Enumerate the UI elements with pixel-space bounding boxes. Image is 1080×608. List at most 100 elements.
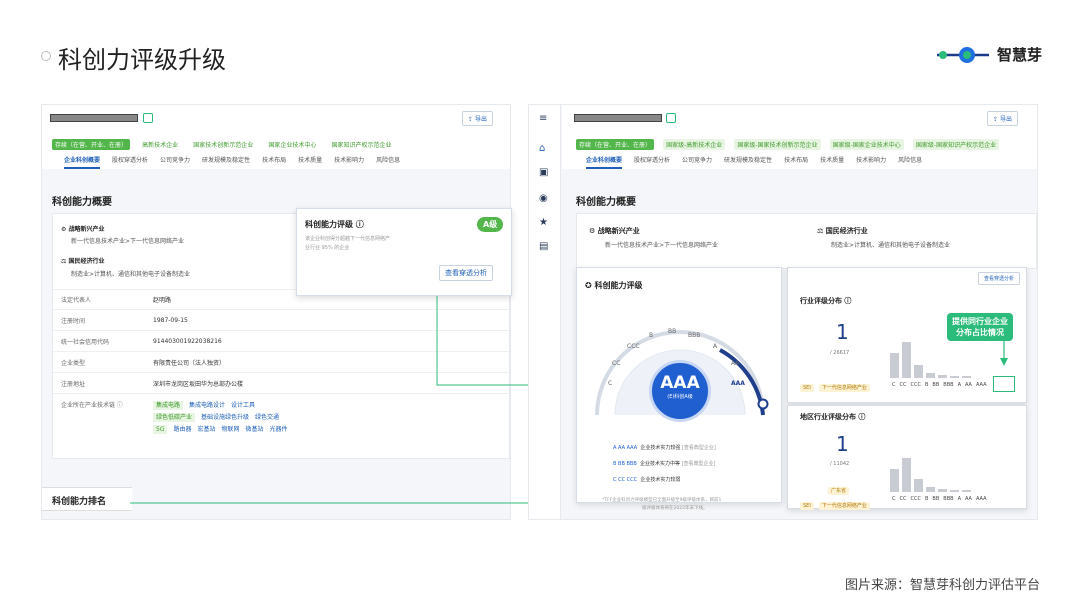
legend-text: 企业技术实力较弱 bbox=[640, 477, 681, 483]
rating-note-2: 级评级体系将在2022年末下线。 bbox=[642, 506, 708, 511]
legend-row: A AA AAA 企业技术实力较强 [查看典型企业] bbox=[613, 440, 716, 456]
collapse-icon[interactable]: ≡ bbox=[539, 113, 547, 124]
callout-arrow bbox=[1000, 340, 1008, 366]
tag: 国家级-高新技术企业 bbox=[663, 139, 726, 150]
strategic-industry-title: ⚙ 战略新兴产业 bbox=[589, 227, 640, 235]
industry-bars bbox=[890, 336, 971, 378]
region-dist-card: 地区行业评级分布 ⓘ 1 / 11042 广东省 SEI 下一代信息网络产业 C… bbox=[787, 405, 1027, 510]
gauge-label: BBB bbox=[688, 332, 701, 339]
x-label: CCC bbox=[910, 496, 921, 502]
legend-codes: A AA AAA bbox=[613, 445, 638, 451]
national-industry-value: 制造业>计算机、通信和其他电子设备制造业 bbox=[831, 242, 951, 249]
gauge-label: A bbox=[713, 343, 718, 350]
national-industry-label: 国民经济行业 bbox=[825, 227, 868, 235]
rating-card-title-text: 科创能力评级 bbox=[594, 281, 643, 290]
x-label: AA bbox=[965, 382, 972, 388]
gauge-label: BB bbox=[668, 328, 677, 335]
dist-bar bbox=[962, 490, 971, 492]
strategic-industry-label: 战略新兴产业 bbox=[597, 227, 640, 235]
tab-equity[interactable]: 股权穿透分析 bbox=[634, 155, 670, 169]
tab-tech-layout[interactable]: 技术布局 bbox=[784, 155, 808, 169]
report-icon[interactable]: ▣ bbox=[539, 167, 548, 178]
industry-dist-title-text: 行业评级分布 bbox=[800, 297, 842, 305]
x-label: A bbox=[957, 496, 961, 502]
x-label: CC bbox=[899, 496, 907, 502]
x-label: AAA bbox=[975, 382, 987, 388]
dist-bar bbox=[914, 479, 923, 492]
grade-sub: (E)科创A级 bbox=[667, 394, 693, 400]
grade-value: AAA bbox=[660, 373, 700, 393]
callout-line: 提供同行业企业 bbox=[952, 317, 1008, 326]
region-total: / 11042 bbox=[830, 461, 850, 467]
industry-rank: 1 bbox=[836, 320, 849, 344]
x-label: CCC bbox=[910, 382, 921, 388]
gauge-label: AAA bbox=[731, 380, 745, 387]
overview-heading: 科创能力概要 bbox=[576, 197, 636, 208]
industry-total: / 26617 bbox=[830, 350, 850, 356]
compass-icon[interactable]: ◉ bbox=[539, 193, 548, 204]
x-label: AAA bbox=[975, 496, 987, 502]
x-label: BB bbox=[932, 496, 940, 502]
legend-text: 企业技术实力较强 bbox=[640, 445, 681, 451]
tag: 国家级-国家知识产权示范企业 bbox=[912, 139, 1000, 150]
gauge-label: AA bbox=[731, 360, 740, 367]
legend: A AA AAA 企业技术实力较强 [查看典型企业] B BB BBB 企业技术… bbox=[613, 440, 716, 488]
dist-bar bbox=[950, 375, 959, 378]
x-label: CC bbox=[899, 382, 907, 388]
sei-tag: 下一代信息网络产业 bbox=[818, 384, 870, 392]
penetration-analysis-button[interactable]: 查看穿透分析 bbox=[978, 272, 1021, 285]
tab-risk[interactable]: 风险信息 bbox=[898, 155, 922, 169]
grade-circle: AAA (E)科创A级 bbox=[649, 360, 711, 422]
tab-rnd[interactable]: 研发规模及稳定性 bbox=[724, 155, 772, 169]
x-label: B bbox=[924, 496, 929, 502]
region-rank: 1 bbox=[836, 432, 849, 456]
export-button[interactable]: ⇪ 导出 bbox=[987, 111, 1018, 126]
dist-bar bbox=[890, 352, 899, 378]
dist-bar bbox=[926, 486, 935, 492]
region-x-labels: C CC CCC B BB BBB A AA AAA bbox=[892, 496, 987, 502]
home-icon[interactable]: ⌂ bbox=[539, 143, 545, 154]
tab-tech-impact[interactable]: 技术影响力 bbox=[856, 155, 886, 169]
rating-card-title: ✪ 科创能力评级 bbox=[585, 281, 643, 290]
callout-box: 提供同行业企业 分布占比情况 bbox=[947, 313, 1013, 341]
legend-row: C CC CCC 企业技术实力较弱 bbox=[613, 472, 716, 488]
tag: 国家级-国家技术创新示范企业 bbox=[734, 139, 821, 150]
tab-overview[interactable]: 企业科创概要 bbox=[586, 155, 623, 169]
tab-competitiveness[interactable]: 公司竞争力 bbox=[682, 155, 712, 169]
dist-bar bbox=[938, 374, 947, 378]
dist-bar bbox=[890, 468, 899, 492]
star-icon[interactable]: ★ bbox=[539, 217, 548, 228]
legend-codes: C CC CCC bbox=[613, 477, 638, 483]
region-dist-title: 地区行业评级分布 ⓘ bbox=[800, 413, 866, 421]
tab-tech-quality[interactable]: 技术质量 bbox=[820, 155, 844, 169]
company-name-redacted bbox=[574, 114, 662, 122]
search-icon[interactable] bbox=[666, 113, 676, 123]
x-label: C bbox=[892, 496, 896, 502]
region-bars bbox=[890, 450, 971, 492]
footer-source: 图片来源：智慧芽科创力评估平台 bbox=[844, 578, 1040, 593]
industry-dist-title: 行业评级分布 ⓘ bbox=[800, 297, 852, 305]
sei-badge: SEI bbox=[800, 502, 814, 510]
legend-codes: B BB BBB bbox=[613, 461, 637, 467]
sidebar: ≡ ⌂ ▣ ◉ ★ ▤ bbox=[529, 105, 561, 519]
dist-bar bbox=[902, 342, 911, 378]
tag-row: 存续（在营、开业、在册） 国家级-高新技术企业 国家级-国家技术创新示范企业 国… bbox=[576, 132, 1003, 151]
national-industry-title: ⚖ 国民经济行业 bbox=[817, 227, 868, 235]
document-icon[interactable]: ▤ bbox=[539, 241, 548, 252]
gauge-label: CC bbox=[612, 360, 621, 367]
dist-bar bbox=[938, 488, 947, 492]
screenshot-after: ≡ ⌂ ▣ ◉ ★ ▤ ⇪ 导出 存续（在营、开业、在册） 国家级-高新技术企业… bbox=[528, 104, 1038, 520]
industry-card: ⚙ 战略新兴产业 新一代信息技术产业>下一代信息网络产业 ⚖ 国民经济行业 制造… bbox=[576, 213, 1037, 269]
legend-link[interactable]: [查看典型企业] bbox=[682, 461, 716, 467]
tag: 国家级-国家企业技术中心 bbox=[829, 139, 904, 150]
export-label: 导出 bbox=[999, 116, 1012, 123]
x-label: A bbox=[957, 382, 961, 388]
legend-row: B BB BBB 企业技术实力中等 [查看典型企业] bbox=[613, 456, 716, 472]
sei-tag: 下一代信息网络产业 bbox=[818, 502, 870, 510]
x-label: AA bbox=[965, 496, 972, 502]
legend-text: 企业技术实力中等 bbox=[639, 461, 680, 467]
rating-card: ✪ 科创能力评级 C CC CCC B BB BBB A AA AAA AAA … bbox=[576, 267, 782, 503]
dist-bar bbox=[914, 365, 923, 378]
industry-x-labels: C CC CCC B BB BBB A AA AAA bbox=[892, 382, 987, 388]
legend-link[interactable]: [查看典型企业] bbox=[682, 445, 716, 451]
